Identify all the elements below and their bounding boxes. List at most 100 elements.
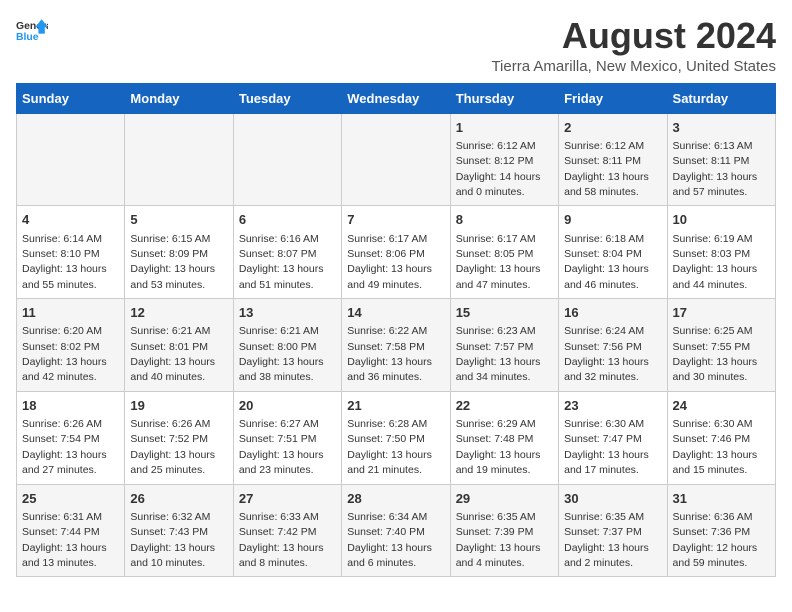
day-info: Sunrise: 6:24 AM Sunset: 7:56 PM Dayligh… — [564, 325, 649, 383]
day-number: 11 — [22, 304, 119, 322]
table-row: 2 Sunrise: 6:12 AM Sunset: 8:11 PM Daylig… — [559, 113, 667, 206]
day-number: 26 — [130, 490, 227, 508]
day-info: Sunrise: 6:30 AM Sunset: 7:47 PM Dayligh… — [564, 418, 649, 476]
calendar-table: Sunday Monday Tuesday Wednesday Thursday… — [16, 83, 776, 578]
table-row: 17 Sunrise: 6:25 AM Sunset: 7:55 PM Dayli… — [667, 299, 775, 392]
table-row: 7 Sunrise: 6:17 AM Sunset: 8:06 PM Daylig… — [342, 206, 450, 299]
table-row: 3 Sunrise: 6:13 AM Sunset: 8:11 PM Daylig… — [667, 113, 775, 206]
day-info: Sunrise: 6:21 AM Sunset: 8:01 PM Dayligh… — [130, 325, 215, 383]
table-row — [342, 113, 450, 206]
day-info: Sunrise: 6:26 AM Sunset: 7:52 PM Dayligh… — [130, 418, 215, 476]
table-row: 26 Sunrise: 6:32 AM Sunset: 7:43 PM Dayli… — [125, 484, 233, 577]
day-number: 20 — [239, 397, 336, 415]
table-row: 24 Sunrise: 6:30 AM Sunset: 7:46 PM Dayli… — [667, 391, 775, 484]
day-info: Sunrise: 6:18 AM Sunset: 8:04 PM Dayligh… — [564, 233, 649, 291]
day-number: 14 — [347, 304, 444, 322]
col-friday: Friday — [559, 83, 667, 113]
col-tuesday: Tuesday — [233, 83, 341, 113]
col-saturday: Saturday — [667, 83, 775, 113]
day-number: 10 — [673, 211, 770, 229]
day-info: Sunrise: 6:27 AM Sunset: 7:51 PM Dayligh… — [239, 418, 324, 476]
day-info: Sunrise: 6:30 AM Sunset: 7:46 PM Dayligh… — [673, 418, 758, 476]
day-info: Sunrise: 6:20 AM Sunset: 8:02 PM Dayligh… — [22, 325, 107, 383]
col-sunday: Sunday — [17, 83, 125, 113]
table-row: 15Sunrise: 6:23 AM Sunset: 7:57 PM Dayli… — [450, 299, 558, 392]
day-number: 28 — [347, 490, 444, 508]
table-row: 22 Sunrise: 6:29 AM Sunset: 7:48 PM Dayli… — [450, 391, 558, 484]
svg-text:Blue: Blue — [16, 32, 39, 43]
table-row — [17, 113, 125, 206]
day-info: Sunrise: 6:35 AM Sunset: 7:39 PM Dayligh… — [456, 511, 541, 569]
day-info: Sunrise: 6:22 AM Sunset: 7:58 PM Dayligh… — [347, 325, 432, 383]
table-row: 9 Sunrise: 6:18 AM Sunset: 8:04 PM Daylig… — [559, 206, 667, 299]
day-number: 13 — [239, 304, 336, 322]
page-subtitle: Tierra Amarilla, New Mexico, United Stat… — [491, 58, 776, 75]
day-number: 8 — [456, 211, 553, 229]
calendar-week-row: 25 Sunrise: 6:31 AM Sunset: 7:44 PM Dayli… — [17, 484, 776, 577]
table-row: 27 Sunrise: 6:33 AM Sunset: 7:42 PM Dayli… — [233, 484, 341, 577]
day-info: Sunrise: 6:29 AM Sunset: 7:48 PM Dayligh… — [456, 418, 541, 476]
day-info: Sunrise: 6:35 AM Sunset: 7:37 PM Dayligh… — [564, 511, 649, 569]
day-number: 24 — [673, 397, 770, 415]
col-wednesday: Wednesday — [342, 83, 450, 113]
day-number: 4 — [22, 211, 119, 229]
day-info: Sunrise: 6:17 AM Sunset: 8:05 PM Dayligh… — [456, 233, 541, 291]
day-number: 19 — [130, 397, 227, 415]
table-row — [233, 113, 341, 206]
table-row: 13Sunrise: 6:21 AM Sunset: 8:00 PM Dayli… — [233, 299, 341, 392]
title-area: August 2024 Tierra Amarilla, New Mexico,… — [491, 16, 776, 75]
table-row: 20 Sunrise: 6:27 AM Sunset: 7:51 PM Dayli… — [233, 391, 341, 484]
day-info: Sunrise: 6:25 AM Sunset: 7:55 PM Dayligh… — [673, 325, 758, 383]
table-row: 8 Sunrise: 6:17 AM Sunset: 8:05 PM Daylig… — [450, 206, 558, 299]
generalblue-logo-icon: General Blue — [16, 16, 48, 44]
table-row: 5 Sunrise: 6:15 AM Sunset: 8:09 PM Daylig… — [125, 206, 233, 299]
day-info: Sunrise: 6:13 AM Sunset: 8:11 PM Dayligh… — [673, 140, 758, 198]
day-number: 9 — [564, 211, 661, 229]
day-number: 27 — [239, 490, 336, 508]
day-info: Sunrise: 6:36 AM Sunset: 7:36 PM Dayligh… — [673, 511, 758, 569]
day-info: Sunrise: 6:12 AM Sunset: 8:11 PM Dayligh… — [564, 140, 649, 198]
day-number: 16 — [564, 304, 661, 322]
day-number: 2 — [564, 119, 661, 137]
day-number: 6 — [239, 211, 336, 229]
table-row: 29 Sunrise: 6:35 AM Sunset: 7:39 PM Dayli… — [450, 484, 558, 577]
day-number: 22 — [456, 397, 553, 415]
day-info: Sunrise: 6:14 AM Sunset: 8:10 PM Dayligh… — [22, 233, 107, 291]
calendar-week-row: 11 Sunrise: 6:20 AM Sunset: 8:02 PM Dayli… — [17, 299, 776, 392]
day-info: Sunrise: 6:32 AM Sunset: 7:43 PM Dayligh… — [130, 511, 215, 569]
day-info: Sunrise: 6:12 AM Sunset: 8:12 PM Dayligh… — [456, 140, 541, 198]
day-number: 7 — [347, 211, 444, 229]
day-info: Sunrise: 6:31 AM Sunset: 7:44 PM Dayligh… — [22, 511, 107, 569]
table-row: 28 Sunrise: 6:34 AM Sunset: 7:40 PM Dayli… — [342, 484, 450, 577]
day-number: 18 — [22, 397, 119, 415]
day-info: Sunrise: 6:26 AM Sunset: 7:54 PM Dayligh… — [22, 418, 107, 476]
day-number: 5 — [130, 211, 227, 229]
day-number: 1 — [456, 119, 553, 137]
table-row: 16 Sunrise: 6:24 AM Sunset: 7:56 PM Dayli… — [559, 299, 667, 392]
table-row: 25 Sunrise: 6:31 AM Sunset: 7:44 PM Dayli… — [17, 484, 125, 577]
table-row: 31 Sunrise: 6:36 AM Sunset: 7:36 PM Dayli… — [667, 484, 775, 577]
col-thursday: Thursday — [450, 83, 558, 113]
table-row: 10Sunrise: 6:19 AM Sunset: 8:03 PM Dayli… — [667, 206, 775, 299]
day-number: 29 — [456, 490, 553, 508]
day-info: Sunrise: 6:15 AM Sunset: 8:09 PM Dayligh… — [130, 233, 215, 291]
table-row: 21Sunrise: 6:28 AM Sunset: 7:50 PM Dayli… — [342, 391, 450, 484]
table-row: 1 Sunrise: 6:12 AM Sunset: 8:12 PM Daylig… — [450, 113, 558, 206]
table-row: 18 Sunrise: 6:26 AM Sunset: 7:54 PM Dayli… — [17, 391, 125, 484]
calendar-header-row: Sunday Monday Tuesday Wednesday Thursday… — [17, 83, 776, 113]
day-number: 17 — [673, 304, 770, 322]
calendar-week-row: 18 Sunrise: 6:26 AM Sunset: 7:54 PM Dayli… — [17, 391, 776, 484]
day-number: 25 — [22, 490, 119, 508]
day-info: Sunrise: 6:23 AM Sunset: 7:57 PM Dayligh… — [456, 325, 541, 383]
day-info: Sunrise: 6:28 AM Sunset: 7:50 PM Dayligh… — [347, 418, 432, 476]
day-number: 3 — [673, 119, 770, 137]
day-number: 30 — [564, 490, 661, 508]
table-row: 6Sunrise: 6:16 AM Sunset: 8:07 PM Daylig… — [233, 206, 341, 299]
page-title: August 2024 — [491, 16, 776, 56]
day-info: Sunrise: 6:34 AM Sunset: 7:40 PM Dayligh… — [347, 511, 432, 569]
day-info: Sunrise: 6:33 AM Sunset: 7:42 PM Dayligh… — [239, 511, 324, 569]
day-info: Sunrise: 6:17 AM Sunset: 8:06 PM Dayligh… — [347, 233, 432, 291]
day-number: 31 — [673, 490, 770, 508]
table-row: 12Sunrise: 6:21 AM Sunset: 8:01 PM Dayli… — [125, 299, 233, 392]
header: General Blue August 2024 Tierra Amarilla… — [16, 16, 776, 75]
